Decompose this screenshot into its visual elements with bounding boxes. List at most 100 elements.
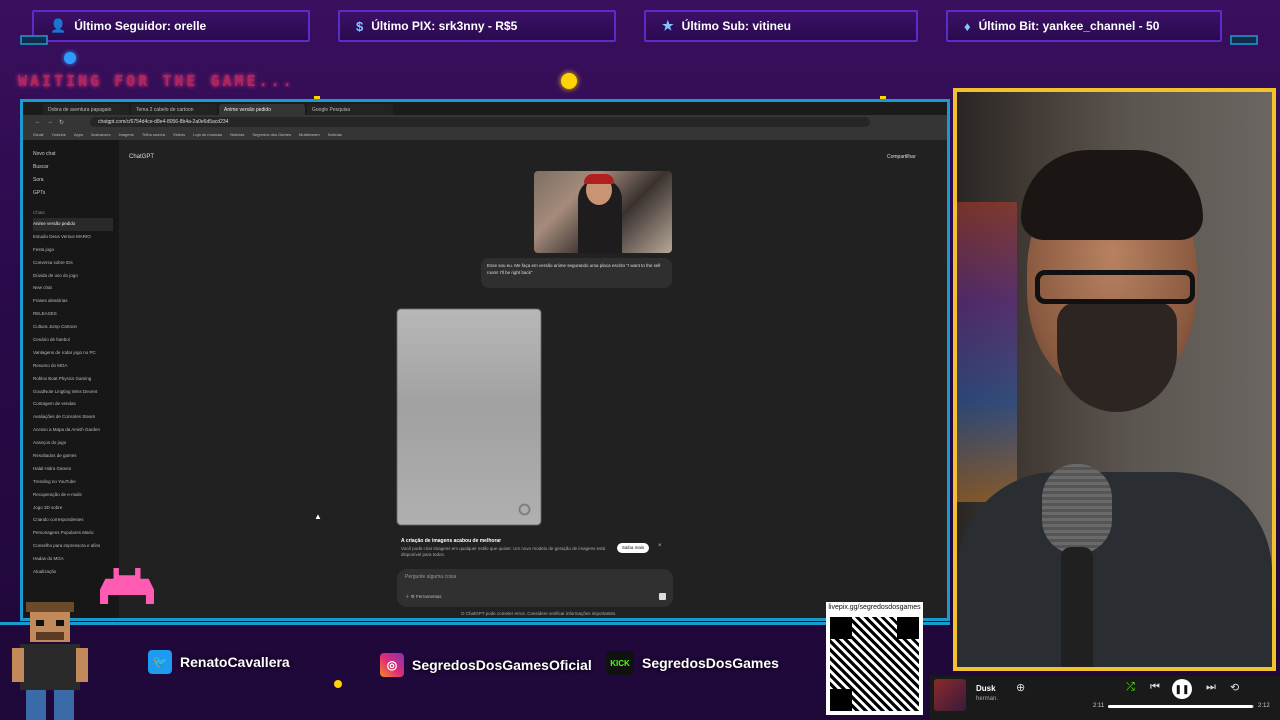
repeat-icon[interactable]: ⟲ [1230, 681, 1239, 694]
chat-history-item[interactable]: Roblox Boat Physics Gaming [33, 373, 119, 386]
chat-history-item[interactable]: Contagem de vendas [33, 398, 119, 411]
browser-tab-active[interactable]: Anime versão pedido [219, 104, 305, 115]
person-icon: 👤 [50, 18, 67, 33]
chat-history-item[interactable]: Vantagens de rodar jogo no PC [33, 347, 119, 360]
chatgpt-model-title[interactable]: ChatGPT [129, 154, 154, 160]
chat-history-item[interactable]: Avaliações de Consoles Steam [33, 411, 119, 424]
chat-history-item[interactable]: Personagens Populares Mario [33, 527, 119, 540]
notice-body: Você pode criar imagens em qualquer esti… [401, 546, 606, 557]
forward-icon[interactable]: → [47, 119, 53, 125]
right-deco-tab [1230, 35, 1258, 45]
chat-history-item[interactable]: New chat [33, 282, 119, 295]
chat-history-item[interactable]: GoodNote Lingting Wins Decent [33, 386, 119, 399]
stop-icon[interactable] [659, 593, 666, 600]
browser-tab[interactable]: Tema 2 cabelo de cartoon [131, 104, 217, 115]
kick-icon: KICK [606, 651, 634, 675]
bookmark-item[interactable]: Gmail [33, 132, 43, 137]
learn-more-button[interactable]: Saiba mais [617, 543, 649, 553]
star-icon: ★ [662, 18, 674, 33]
instagram-text: SegredosDosGamesOficial [412, 657, 592, 673]
microphone-icon [1042, 464, 1112, 554]
tools-button[interactable]: ＋ ⚙ Ferramentas [405, 594, 442, 600]
chat-history-item[interactable]: Estudio Deus Versus MARIO [33, 231, 119, 244]
bookmark-item[interactable]: Videos [173, 132, 185, 137]
instagram-handle[interactable]: ◎ SegredosDosGamesOficial [380, 650, 592, 680]
browser-tab[interactable]: Google Pesquisa [307, 104, 393, 115]
latest-bit-text: Último Bit: yankee_channel - 50 [978, 19, 1160, 33]
shuffle-icon[interactable]: ⤮ [1126, 681, 1135, 694]
chat-history-item[interactable]: Resumo do MGA [33, 360, 119, 373]
latest-bit-alert: ♦ Último Bit: yankee_channel - 50 [946, 10, 1222, 42]
playback-progress[interactable] [1108, 705, 1254, 708]
chat-history-item[interactable]: Dúvida de uso do jogo [33, 270, 119, 283]
browser-toolbar: ← → ↻ chatgpt.com/c/6754d4ce-d8e4-8056-8… [23, 115, 947, 129]
pause-button[interactable]: ❚❚ [1172, 679, 1192, 699]
browser-tab[interactable]: Dobra de aventura papagaio [43, 104, 129, 115]
chat-history-item[interactable]: Anime versão pedido [33, 218, 113, 231]
previous-icon[interactable]: ⏮ [1150, 681, 1160, 694]
latest-pix-alert: $ Último PIX: srk3nny - R$5 [338, 10, 616, 42]
bookmark-item[interactable]: Imagens [118, 132, 133, 137]
qr-code[interactable] [826, 613, 923, 715]
kick-handle[interactable]: KICK SegredosDosGames [606, 648, 779, 678]
close-icon[interactable]: × [658, 543, 662, 549]
chat-history-item[interactable]: Acesso a Mapa da Amish Garden [33, 424, 119, 437]
reload-icon[interactable]: ↻ [59, 119, 64, 126]
bookmark-item[interactable]: Noticias [230, 132, 244, 137]
bookmark-item[interactable]: Loja de musicas [193, 132, 222, 137]
back-icon[interactable]: ← [35, 119, 41, 125]
chat-history-item[interactable]: Atualização [33, 566, 119, 579]
bookmark-item[interactable]: Segredos dos Games [252, 132, 291, 137]
composer-placeholder[interactable]: Pergunte alguma coisa [405, 574, 665, 580]
chat-history-item[interactable]: Cenário de futebol [33, 334, 119, 347]
track-title: Dusk [976, 684, 996, 693]
user-message-bubble: Esse sou eu. Me faça em versão anime seg… [481, 258, 672, 288]
chat-history-item[interactable]: RELEASES [33, 308, 119, 321]
chat-history-item[interactable]: Festa jogo [33, 244, 119, 257]
address-bar[interactable]: chatgpt.com/c/6754d4ce-d8e4-8056-8b4a-2a… [90, 117, 871, 127]
add-icon[interactable]: ⊕ [1016, 681, 1025, 694]
bookmark-item[interactable]: Multistream [299, 132, 320, 137]
chat-history-item[interactable]: Avanços do jogo [33, 437, 119, 450]
chat-history-item[interactable]: Halal Hidra Games [33, 463, 119, 476]
pixel-character-decoration [6, 600, 90, 720]
twitter-handle[interactable]: 🐦 RenatoCavallera [148, 647, 290, 677]
dollar-icon: $ [356, 18, 364, 34]
alert-bar: 👤 Último Seguidor: orelle $ Último PIX: … [0, 0, 1280, 48]
bookmark-item[interactable]: Ilustracoes [91, 132, 110, 137]
chat-history-item[interactable]: Frases aleatórias [33, 295, 119, 308]
bookmark-item[interactable]: Noticias [328, 132, 342, 137]
twitter-text: RenatoCavallera [180, 654, 290, 670]
message-composer[interactable]: Pergunte alguma coisa ＋ ⚙ Ferramentas [397, 569, 673, 607]
generated-image-placeholder [397, 309, 541, 525]
mouse-cursor-icon: ▲ [314, 512, 322, 521]
bookmarks-bar: Gmail Youtube Apps Ilustracoes Imagens T… [23, 129, 947, 140]
waiting-banner: WAITING FOR THE GAME... [18, 72, 295, 90]
webcam-person-hair [1021, 150, 1203, 240]
sidebar-search[interactable]: Buscar [33, 161, 119, 174]
chat-history-item[interactable]: Recuperação de e-mails [33, 489, 119, 502]
chat-history-item[interactable]: Trending no YouTube [33, 476, 119, 489]
sidebar-gpts[interactable]: GPTs [33, 187, 119, 200]
bookmark-item[interactable]: Apps [74, 132, 83, 137]
next-icon[interactable]: ⏭ [1206, 681, 1216, 694]
chat-history-item[interactable]: Jogo 3D sobre [33, 502, 119, 515]
instagram-icon: ◎ [380, 653, 404, 677]
latest-sub-text: Último Sub: vitineu [681, 19, 791, 33]
browser-tabstrip: Dobra de aventura papagaio Tema 2 cabelo… [23, 102, 947, 115]
bookmark-item[interactable]: Trilha sonora [142, 132, 165, 137]
webcam-glasses [1035, 270, 1195, 304]
elapsed-time: 2:11 [1093, 703, 1105, 709]
chat-history-item[interactable]: Cultura Jump Cartoon [33, 321, 119, 334]
chat-history-item[interactable]: Hadas do MGA [33, 553, 119, 566]
disclaimer-text: O ChatGPT pode cometer erros. Considere … [461, 611, 617, 616]
chat-history-item[interactable]: Conversa sobre IDs [33, 257, 119, 270]
chat-history-item[interactable]: Resultados de games [33, 450, 119, 463]
chat-history-item[interactable]: Conselho para impressora e afins [33, 540, 119, 553]
bookmark-item[interactable]: Youtube [51, 132, 66, 137]
share-button[interactable]: Compartilhar [887, 154, 916, 160]
latest-follower-alert: 👤 Último Seguidor: orelle [32, 10, 310, 42]
sidebar-sora[interactable]: Sora [33, 174, 119, 187]
chat-history-item[interactable]: Criando correspondentes [33, 514, 119, 527]
sidebar-new-chat[interactable]: Novo chat [33, 148, 119, 161]
